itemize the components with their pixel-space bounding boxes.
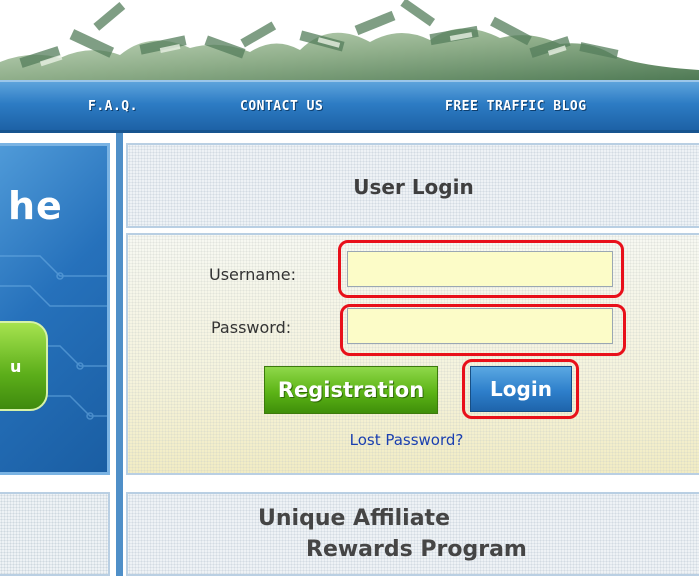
affiliate-title-line1: Unique Affiliate — [258, 506, 450, 531]
affiliate-title-line2: Rewards Program — [306, 537, 527, 562]
login-header-panel: User Login — [126, 143, 699, 228]
username-label: Username: — [209, 265, 296, 284]
password-input[interactable] — [347, 308, 613, 344]
nav-link-contact-us[interactable]: CONTACT US — [240, 99, 323, 114]
top-navigation-bar: F.A.Q. CONTACT US FREE TRAFFIC BLOG — [0, 80, 699, 133]
affiliate-panel: Unique Affiliate Rewards Program — [126, 492, 699, 576]
login-title: User Login — [353, 175, 474, 199]
money-banner — [0, 0, 699, 80]
promo-green-button[interactable]: u — [0, 321, 48, 411]
lost-password-link[interactable]: Lost Password? — [126, 431, 699, 449]
column-divider — [116, 133, 123, 576]
lost-password-text[interactable]: Lost Password? — [350, 431, 464, 449]
registration-button[interactable]: Registration — [264, 366, 438, 414]
nav-link-faq[interactable]: F.A.Q. — [88, 99, 138, 114]
promo-headline: he — [8, 184, 63, 228]
promo-button-label: u — [10, 357, 22, 376]
login-button[interactable]: Login — [470, 366, 572, 412]
money-pile-graphic — [0, 0, 699, 80]
username-input[interactable] — [347, 251, 613, 287]
left-bottom-panel — [0, 492, 110, 576]
promo-panel: he u — [0, 143, 110, 475]
password-label: Password: — [211, 318, 292, 337]
nav-link-free-traffic-blog[interactable]: FREE TRAFFIC BLOG — [445, 99, 587, 114]
